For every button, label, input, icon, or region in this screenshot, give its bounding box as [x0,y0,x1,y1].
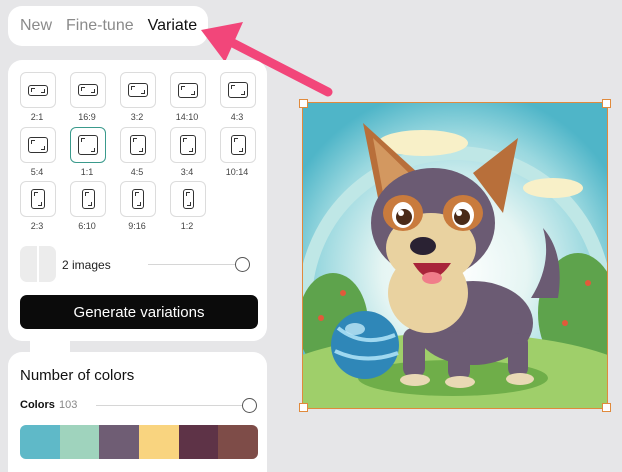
image-count-slider-track[interactable] [148,264,248,265]
resize-handle-bottom-left[interactable] [299,403,308,412]
settings-panel: 2:1 16:9 3:2 14:10 4:3 5:4 1:1 4:5 3:4 10:14 2:3 6:… [8,60,267,341]
tab-new[interactable]: New [20,17,52,35]
aspect-ratio-option[interactable]: 16:9 [70,72,106,124]
aspect-ratio-label: 2:3 [30,221,44,231]
aspect-ratio-icon [178,82,198,98]
color-swatch[interactable] [178,425,219,459]
aspect-ratio-option[interactable]: 6:10 [70,181,106,233]
aspect-ratio-option[interactable]: 14:10 [170,72,206,124]
resize-handle-bottom-right[interactable] [602,403,611,412]
colors-slider-track[interactable] [96,405,248,406]
color-swatch[interactable] [59,425,100,459]
image-count-icon [20,246,56,282]
aspect-ratio-button[interactable] [20,72,56,108]
aspect-ratio-button[interactable] [220,72,256,108]
aspect-ratio-icon [78,84,98,96]
aspect-ratio-button[interactable] [170,72,206,108]
resize-handle-top-right[interactable] [602,99,611,108]
aspect-ratio-label: 5:4 [30,167,44,177]
aspect-ratio-label: 6:10 [78,221,96,231]
aspect-ratio-label: 4:5 [130,167,144,177]
aspect-ratio-button[interactable] [120,127,156,163]
colors-count: 103 [59,399,78,411]
aspect-ratio-option[interactable]: 3:4 [170,127,206,179]
aspect-ratio-icon [28,137,48,153]
aspect-ratio-label: 9:16 [128,221,146,231]
image-canvas[interactable] [299,99,611,412]
aspect-ratio-option[interactable]: 5:4 [20,127,56,179]
aspect-ratio-label: 3:4 [180,167,194,177]
aspect-ratio-label: 10:14 [225,167,249,177]
colors-label: Colors [20,399,55,411]
aspect-ratio-icon [130,135,146,155]
dog-illustration [303,103,607,408]
aspect-ratio-icon [128,83,148,97]
color-swatch[interactable] [218,425,258,459]
aspect-ratio-option[interactable]: 2:3 [20,181,56,233]
aspect-ratio-label: 16:9 [78,112,96,122]
aspect-ratio-label: 1:2 [180,221,194,231]
generate-variations-button[interactable]: Generate variations [20,295,258,329]
aspect-ratio-option[interactable]: 2:1 [20,72,56,124]
aspect-ratio-button[interactable] [170,181,206,217]
aspect-ratio-label: 3:2 [130,112,144,122]
aspect-ratio-icon [28,84,48,96]
colors-panel: Number of colors Colors 103 [8,352,267,472]
aspect-ratio-button[interactable] [20,127,56,163]
aspect-ratio-button[interactable] [220,127,256,163]
aspect-ratio-option[interactable]: 1:2 [170,181,206,233]
color-swatch[interactable] [139,425,179,459]
aspect-ratio-option[interactable]: 3:2 [120,72,156,124]
color-swatch[interactable] [20,425,60,459]
aspect-ratio-label: 14:10 [175,112,199,122]
aspect-ratio-icon [81,189,95,209]
aspect-ratio-option[interactable]: 9:16 [120,181,156,233]
aspect-ratio-icon [78,135,98,155]
aspect-ratio-option[interactable]: 4:5 [120,127,156,179]
color-swatch[interactable] [99,425,140,459]
aspect-ratio-label: 1:1 [80,167,94,177]
aspect-ratio-icon [228,82,248,98]
aspect-ratio-button[interactable] [70,181,106,217]
aspect-ratio-button[interactable] [20,181,56,217]
aspect-ratio-icon [31,189,45,209]
aspect-ratio-icon [180,135,196,155]
aspect-ratio-label: 4:3 [230,112,244,122]
tab-variate[interactable]: Variate [148,17,198,35]
aspect-ratio-button[interactable] [70,72,106,108]
aspect-ratio-icon [230,135,246,155]
aspect-ratio-button[interactable] [120,181,156,217]
resize-handle-top-left[interactable] [299,99,308,108]
aspect-ratio-button[interactable] [70,127,106,163]
color-swatches [20,425,258,459]
aspect-ratio-button[interactable] [170,127,206,163]
aspect-ratio-label: 2:1 [30,112,44,122]
mode-tabs: New Fine-tune Variate [8,6,208,46]
aspect-ratio-button[interactable] [120,72,156,108]
image-count-label: 2 images [62,258,111,272]
aspect-ratio-option[interactable]: 10:14 [220,127,256,179]
aspect-ratio-icon [132,189,144,209]
aspect-ratio-option[interactable]: 4:3 [220,72,256,124]
aspect-ratio-icon [182,189,194,209]
colors-title: Number of colors [20,367,135,384]
aspect-ratio-option[interactable]: 1:1 [70,127,106,179]
image-count-slider-thumb[interactable] [235,257,250,272]
colors-slider-thumb[interactable] [242,398,257,413]
tab-fine-tune[interactable]: Fine-tune [66,17,134,35]
